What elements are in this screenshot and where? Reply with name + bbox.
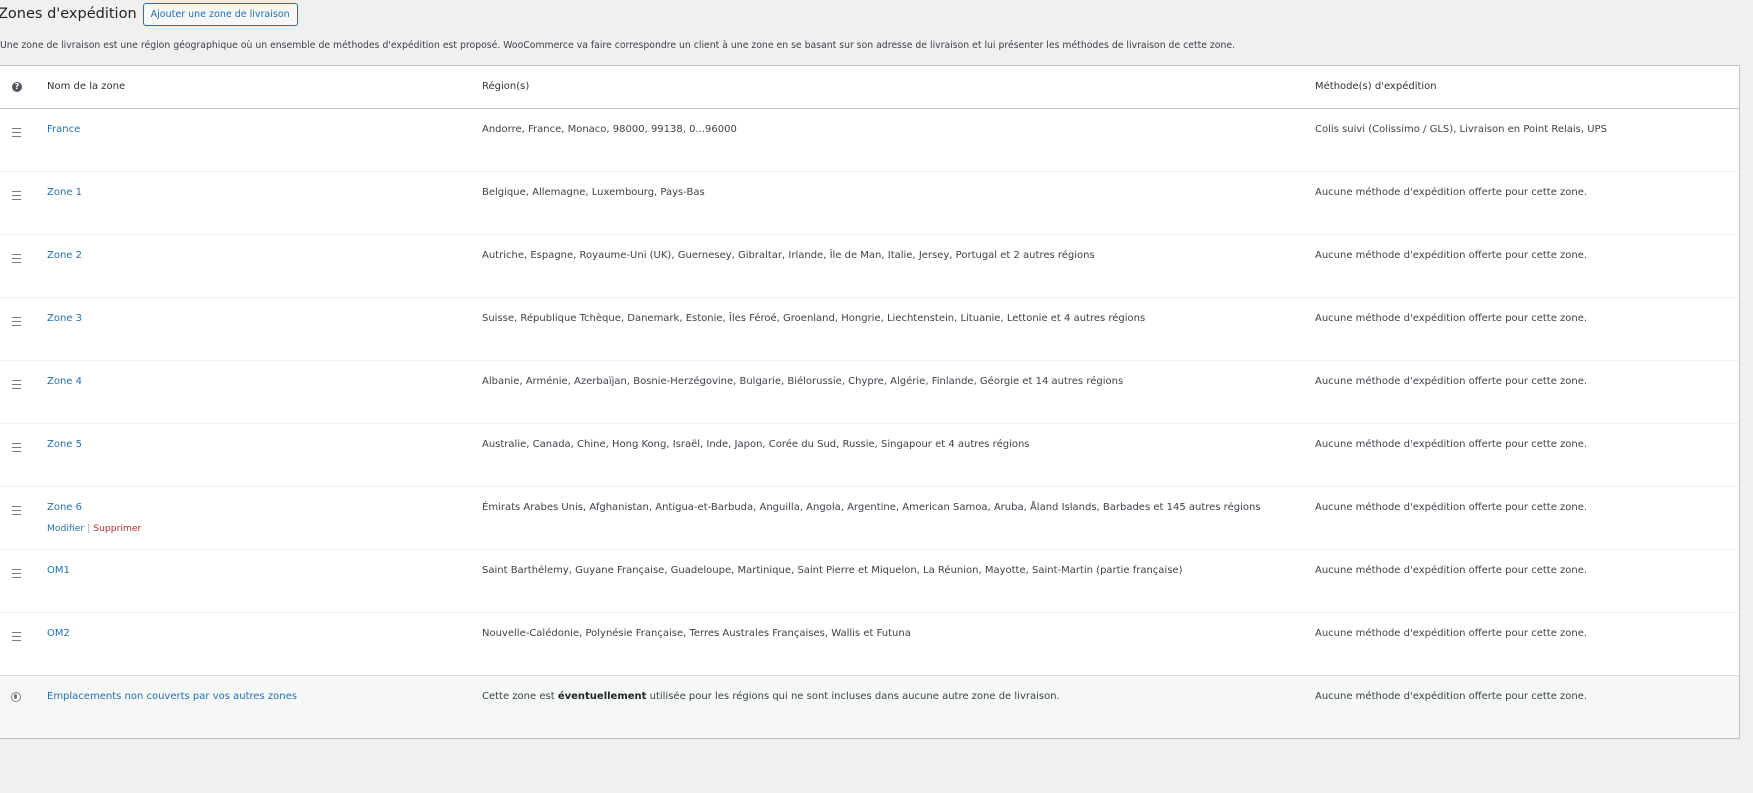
rest-of-world-regions: Cette zone est éventuellement utilisée p… [482, 691, 1060, 702]
zone-methods: Aucune méthode d'expédition offerte pour… [1315, 187, 1588, 198]
globe-icon [11, 692, 21, 702]
help-icon[interactable]: ? [12, 82, 22, 92]
drag-handle-icon[interactable] [12, 506, 21, 515]
drag-handle-icon[interactable] [12, 128, 21, 137]
rest-region-text-before: Cette zone est [482, 691, 558, 702]
zone-row-om1: OM1 Saint Barthélemy, Guyane Française, … [0, 550, 1739, 613]
rest-region-text-after: utilisée pour les régions qui ne sont in… [646, 691, 1060, 702]
intro-description: Une zone de livraison est une région géo… [0, 40, 1236, 51]
zone-row-france: France Andorre, France, Monaco, 98000, 9… [0, 109, 1739, 172]
rest-region-text-bold: éventuellement [557, 691, 647, 702]
zone-methods: Aucune méthode d'expédition offerte pour… [1315, 565, 1588, 576]
zone-methods: Aucune méthode d'expédition offerte pour… [1315, 250, 1588, 261]
rest-of-world-zone-link[interactable]: Emplacements non couverts par vos autres… [47, 691, 297, 702]
rest-of-world-methods: Aucune méthode d'expédition offerte pour… [1315, 691, 1588, 702]
add-shipping-zone-button[interactable]: Ajouter une zone de livraison [142, 2, 298, 26]
zone-regions: Nouvelle-Calédonie, Polynésie Française,… [482, 628, 911, 639]
zone-name-link[interactable]: Zone 1 [47, 187, 82, 198]
edit-zone-link[interactable]: Modifier [47, 523, 84, 534]
drag-handle-icon[interactable] [12, 317, 21, 326]
zone-name-link[interactable]: Zone 4 [47, 376, 82, 387]
zone-row-zone-6: Zone 6 Modifier | Supprimer Émirats Arabes… [0, 487, 1739, 550]
zone-regions: Émirats Arabes Unis, Afghanistan, Antigu… [482, 502, 1261, 513]
page-title: Zones d'expédition [0, 6, 137, 22]
zone-methods: Aucune méthode d'expédition offerte pour… [1315, 313, 1588, 324]
drag-handle-icon[interactable] [12, 569, 21, 578]
zone-name-link[interactable]: Zone 5 [47, 439, 82, 450]
zone-name-link[interactable]: Zone 3 [47, 313, 82, 324]
zone-row-zone-3: Zone 3 Suisse, République Tchèque, Danem… [0, 298, 1739, 361]
row-actions-separator: | [87, 523, 91, 534]
column-header-methods: Méthode(s) d'expédition [1315, 81, 1437, 92]
column-header-regions: Région(s) [482, 81, 530, 92]
zone-regions: Albanie, Arménie, Azerbaïjan, Bosnie-Her… [482, 376, 1124, 387]
zone-name-link[interactable]: France [47, 124, 80, 135]
zone-row-om2: OM2 Nouvelle-Calédonie, Polynésie França… [0, 613, 1739, 675]
zone-row-zone-4: Zone 4 Albanie, Arménie, Azerbaïjan, Bos… [0, 361, 1739, 424]
zone-regions: Suisse, République Tchèque, Danemark, Es… [482, 313, 1146, 324]
zone-regions: Andorre, France, Monaco, 98000, 99138, 0… [482, 124, 737, 135]
zone-methods: Aucune méthode d'expédition offerte pour… [1315, 628, 1588, 639]
drag-handle-icon[interactable] [12, 443, 21, 452]
drag-handle-icon[interactable] [12, 632, 21, 641]
zone-name-link[interactable]: Zone 2 [47, 250, 82, 261]
zone-methods: Aucune méthode d'expédition offerte pour… [1315, 502, 1588, 513]
zone-row-rest-of-world: Emplacements non couverts par vos autres… [0, 675, 1739, 738]
column-header-zone-name: Nom de la zone [47, 81, 126, 92]
row-actions: Modifier | Supprimer [47, 523, 141, 534]
page-header: Zones d'expédition Ajouter une zone de l… [0, 2, 298, 26]
drag-handle-icon[interactable] [12, 191, 21, 200]
zone-row-zone-5: Zone 5 Australie, Canada, Chine, Hong Ko… [0, 424, 1739, 487]
zone-regions: Belgique, Allemagne, Luxembourg, Pays-Ba… [482, 187, 705, 198]
table-header: ? Nom de la zone Région(s) Méthode(s) d'… [0, 66, 1739, 109]
drag-handle-icon[interactable] [12, 254, 21, 263]
zone-methods: Aucune méthode d'expédition offerte pour… [1315, 376, 1588, 387]
zone-row-zone-2: Zone 2 Autriche, Espagne, Royaume-Uni (U… [0, 235, 1739, 298]
zone-regions: Autriche, Espagne, Royaume-Uni (UK), Gue… [482, 250, 1095, 261]
zone-regions: Australie, Canada, Chine, Hong Kong, Isr… [482, 439, 1030, 450]
drag-handle-icon[interactable] [12, 380, 21, 389]
zone-regions: Saint Barthélemy, Guyane Française, Guad… [482, 565, 1183, 576]
shipping-zones-table: ? Nom de la zone Région(s) Méthode(s) d'… [0, 65, 1740, 739]
zone-row-zone-1: Zone 1 Belgique, Allemagne, Luxembourg, … [0, 172, 1739, 235]
zone-methods: Aucune méthode d'expédition offerte pour… [1315, 439, 1588, 450]
zone-name-link[interactable]: OM2 [47, 628, 70, 639]
zone-name-link[interactable]: Zone 6 [47, 502, 82, 513]
delete-zone-link[interactable]: Supprimer [93, 523, 141, 534]
zone-methods: Colis suivi (Colissimo / GLS), Livraison… [1315, 124, 1607, 135]
zone-name-link[interactable]: OM1 [47, 565, 70, 576]
